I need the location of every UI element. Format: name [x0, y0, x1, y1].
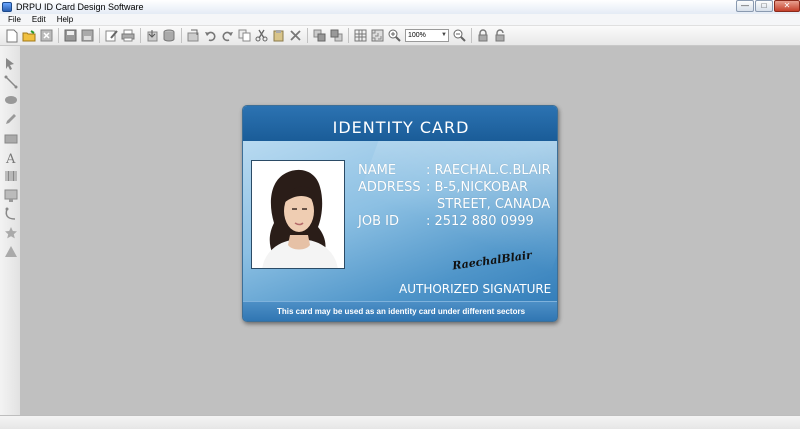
authorized-signature-label: AUTHORIZED SIGNATURE: [399, 282, 552, 296]
send-back-icon[interactable]: [328, 28, 344, 44]
import-icon[interactable]: [144, 28, 160, 44]
toolbar-separator: [307, 28, 308, 43]
image-tool-icon[interactable]: [2, 187, 19, 202]
zoom-out-icon[interactable]: [451, 28, 467, 44]
job-id-value: : 2512 880 0999: [426, 214, 534, 229]
title-bar: DRPU ID Card Design Software — □ ✕: [0, 0, 800, 14]
copy-icon[interactable]: [236, 28, 252, 44]
menu-edit[interactable]: Edit: [32, 15, 46, 24]
app-icon: [2, 2, 12, 12]
toolbar-separator: [99, 28, 100, 43]
status-bar: [0, 415, 800, 429]
toolbar-separator: [348, 28, 349, 43]
export-icon[interactable]: [185, 28, 201, 44]
triangle-tool-icon[interactable]: [2, 244, 19, 259]
id-card[interactable]: IDENTITY CARD NAME : RAECHAL.C.BLAIR ADD…: [242, 105, 558, 322]
paste-icon[interactable]: [270, 28, 286, 44]
card-footer: This card may be used as an identity car…: [243, 301, 557, 321]
card-title: IDENTITY CARD: [332, 118, 470, 137]
open-folder-icon[interactable]: [21, 28, 37, 44]
toolbar-separator: [471, 28, 472, 43]
zoom-select[interactable]: 100% ▼: [405, 29, 449, 42]
drawing-toolbar: A: [0, 46, 21, 415]
grid-icon[interactable]: [352, 28, 368, 44]
window-title: DRPU ID Card Design Software: [16, 2, 144, 12]
lock-icon[interactable]: [475, 28, 491, 44]
redo-icon[interactable]: [219, 28, 235, 44]
name-label: NAME: [358, 163, 397, 178]
undo-icon[interactable]: [202, 28, 218, 44]
pencil-tool-icon[interactable]: [2, 111, 19, 126]
photo[interactable]: [251, 160, 345, 269]
pattern-icon[interactable]: [369, 28, 385, 44]
star-tool-icon[interactable]: [2, 225, 19, 240]
card-header: IDENTITY CARD: [243, 106, 557, 141]
ellipse-tool-icon[interactable]: [2, 92, 19, 107]
menu-file[interactable]: File: [8, 15, 21, 24]
toolbar-separator: [140, 28, 141, 43]
delete-icon[interactable]: [287, 28, 303, 44]
menu-help[interactable]: Help: [57, 15, 73, 24]
address-line-1: : B-5,NICKOBAR: [426, 180, 529, 195]
save-all-icon[interactable]: [79, 28, 95, 44]
menu-bar: File Edit Help: [0, 14, 800, 26]
close-file-icon[interactable]: [38, 28, 54, 44]
toolbar-separator: [58, 28, 59, 43]
cut-icon[interactable]: [253, 28, 269, 44]
svg-text:A: A: [5, 152, 16, 165]
zoom-value: 100%: [408, 32, 426, 39]
print-icon[interactable]: [120, 28, 136, 44]
main-toolbar: 100% ▼: [0, 26, 800, 46]
job-id-label: JOB ID: [358, 214, 399, 229]
close-button[interactable]: ✕: [774, 0, 800, 12]
curve-tool-icon[interactable]: [2, 206, 19, 221]
unlock-icon[interactable]: [492, 28, 508, 44]
minimize-button[interactable]: —: [736, 0, 754, 12]
window-controls: — □ ✕: [735, 0, 800, 14]
edit-icon[interactable]: [103, 28, 119, 44]
text-tool-icon[interactable]: A: [2, 150, 19, 165]
address-line-2: STREET, CANADA: [437, 197, 551, 212]
bring-front-icon[interactable]: [311, 28, 327, 44]
card-footer-text: This card may be used as an identity car…: [276, 307, 526, 316]
rectangle-tool-icon[interactable]: [2, 131, 19, 146]
new-file-icon[interactable]: [4, 28, 20, 44]
maximize-button[interactable]: □: [755, 0, 773, 12]
database-icon[interactable]: [161, 28, 177, 44]
select-pointer-icon[interactable]: [2, 56, 19, 71]
save-icon[interactable]: [62, 28, 78, 44]
name-value: : RAECHAL.C.BLAIR: [426, 163, 551, 178]
chevron-down-icon: ▼: [441, 32, 447, 38]
toolbar-separator: [181, 28, 182, 43]
address-label: ADDRESS: [358, 180, 421, 195]
line-tool-icon[interactable]: [2, 74, 19, 89]
barcode-tool-icon[interactable]: [2, 168, 19, 183]
zoom-in-icon[interactable]: [386, 28, 402, 44]
